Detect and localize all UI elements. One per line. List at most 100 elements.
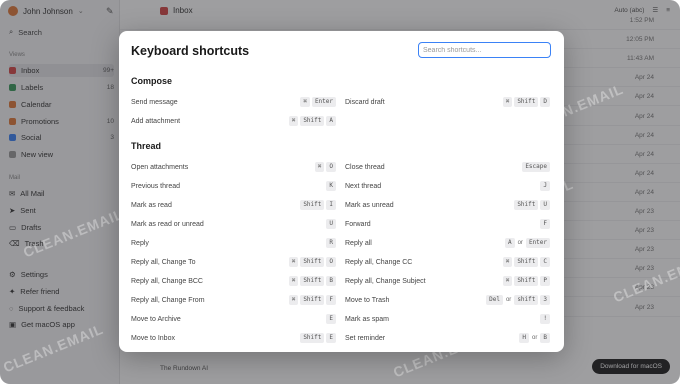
shortcut-row: Reply all Aor Enter <box>345 237 550 249</box>
key-cap: ⌘ <box>288 116 299 126</box>
shortcut-keys: Aor Enter <box>504 238 550 248</box>
shortcut-keys: ⌘ Shift D <box>502 97 550 107</box>
shortcut-keys: Del or shift 3 <box>486 295 550 305</box>
shortcut-keys: ! <box>540 314 550 324</box>
key-cap: ⌘ <box>502 257 513 267</box>
shortcut-row: Send message ⌘ Enter <box>131 96 336 108</box>
shortcut-label: Discard draft <box>345 98 385 106</box>
shortcut-keys: ⌘ Shift F <box>288 295 336 305</box>
shortcut-keys: ⌘ Shift B <box>288 276 336 286</box>
shortcut-keys: ⌘ Shift O <box>288 257 336 267</box>
shortcut-label: Mark as read or unread <box>131 220 204 228</box>
key-cap: Shift <box>300 257 325 267</box>
shortcut-label: Reply all, Change To <box>131 258 196 266</box>
key-cap: 3 <box>540 295 550 305</box>
shortcut-label: Mark as spam <box>345 315 389 323</box>
shortcut-row: Next thread J <box>345 180 550 192</box>
shortcut-keys: ⌘ Shift C <box>502 257 550 267</box>
key-cap: P <box>540 276 550 286</box>
shortcut-row: Reply all, Change Subject ⌘ Shift P <box>345 275 550 287</box>
shortcut-row: Mark as read Shift I <box>131 199 336 211</box>
shortcut-label: Mark as read <box>131 201 172 209</box>
shortcut-label: Reply all, Change CC <box>345 258 413 266</box>
shortcut-label: Reply all, Change Subject <box>345 277 426 285</box>
thread-section-title: Thread <box>131 141 162 151</box>
shortcut-label: Mark as unread <box>345 201 394 209</box>
key-cap: I <box>326 200 336 210</box>
shortcut-label: Set reminder <box>345 334 386 342</box>
key-cap: ⌘ <box>502 97 513 107</box>
key-cap: Shift <box>514 97 539 107</box>
key-cap: F <box>540 219 550 229</box>
key-cap: Shift <box>300 295 325 305</box>
shortcut-label: Open attachments <box>131 163 189 171</box>
shortcut-label: Reply <box>131 239 149 247</box>
dialog-title: Keyboard shortcuts <box>131 44 250 58</box>
key-cap: ⌘ <box>288 295 299 305</box>
shortcut-label: Move to Trash <box>345 296 390 304</box>
key-cap: D <box>540 97 550 107</box>
shortcut-keys: Shift I <box>300 200 336 210</box>
shortcut-row: Forward F <box>345 218 550 230</box>
key-cap: ⌘ <box>288 276 299 286</box>
shortcut-keys: ⌘ Shift P <box>502 276 550 286</box>
shortcut-keys: R <box>326 238 336 248</box>
key-cap: Shift <box>300 200 325 210</box>
key-cap: ⌘ <box>502 276 513 286</box>
shortcut-label: Reply all <box>345 239 372 247</box>
key-cap: ⌘ <box>300 97 310 107</box>
shortcut-row: Reply R <box>131 237 336 249</box>
shortcut-row: Move to Trash Del or shift 3 <box>345 294 550 306</box>
shortcut-keys: Escape <box>522 162 550 172</box>
shortcut-keys: E <box>326 314 336 324</box>
key-cap: ⌘ <box>314 162 325 172</box>
shortcut-label: Send message <box>131 98 178 106</box>
shortcut-label: Move to Inbox <box>131 334 175 342</box>
shortcut-row: Close thread Escape <box>345 161 550 173</box>
shortcut-row: Previous thread K <box>131 180 336 192</box>
shortcut-search-input[interactable] <box>418 42 551 58</box>
key-separator: or <box>517 240 523 246</box>
shortcut-label: Reply all, Change BCC <box>131 277 203 285</box>
key-cap: Del <box>486 295 503 305</box>
key-cap: U <box>540 200 550 210</box>
shortcut-label: Close thread <box>345 163 385 171</box>
key-cap: Shift <box>514 200 539 210</box>
key-cap: A <box>504 238 515 248</box>
shortcut-row: Reply all, Change BCC ⌘ Shift B <box>131 275 336 287</box>
compose-section-title: Compose <box>131 76 173 86</box>
shortcut-row: Add attachment ⌘ Shift A <box>131 115 336 127</box>
key-cap: ! <box>540 314 550 324</box>
shortcut-keys: F <box>540 219 550 229</box>
shortcut-row: Mark as read or unread U <box>131 218 336 230</box>
shortcut-keys: ⌘ Enter <box>300 97 336 107</box>
shortcut-row: Discard draft ⌘ Shift D <box>345 96 550 108</box>
key-cap: O <box>326 257 336 267</box>
key-cap: Escape <box>522 162 550 172</box>
key-cap: ⌘ <box>288 257 299 267</box>
key-cap: O <box>326 162 336 172</box>
key-cap: B <box>326 276 336 286</box>
key-cap: Shift <box>300 116 325 126</box>
shortcut-keys: K <box>326 181 336 191</box>
shortcut-keys: Hor B <box>519 333 550 343</box>
shortcut-row: Reply all, Change To ⌘ Shift O <box>131 256 336 268</box>
key-cap: B <box>540 333 550 343</box>
shortcut-row: Move to Inbox Shift E <box>131 332 336 344</box>
key-cap: K <box>326 181 336 191</box>
shortcut-keys: Shift E <box>300 333 336 343</box>
shortcut-label: Next thread <box>345 182 382 190</box>
key-cap: F <box>326 295 336 305</box>
shortcut-row: Reply all, Change From ⌘ Shift F <box>131 294 336 306</box>
shortcut-keys: ⌘ Shift A <box>288 116 336 126</box>
key-cap: Shift <box>300 333 325 343</box>
key-cap: H <box>519 333 530 343</box>
key-cap: R <box>326 238 336 248</box>
key-cap: Shift <box>514 257 539 267</box>
shortcut-keys: Shift U <box>514 200 550 210</box>
key-separator: or <box>532 335 538 341</box>
key-cap: J <box>540 181 550 191</box>
key-cap: E <box>326 333 336 343</box>
shortcut-row: Open attachments ⌘ O <box>131 161 336 173</box>
keyboard-shortcuts-dialog: Keyboard shortcuts Compose Thread Send m… <box>119 31 564 352</box>
